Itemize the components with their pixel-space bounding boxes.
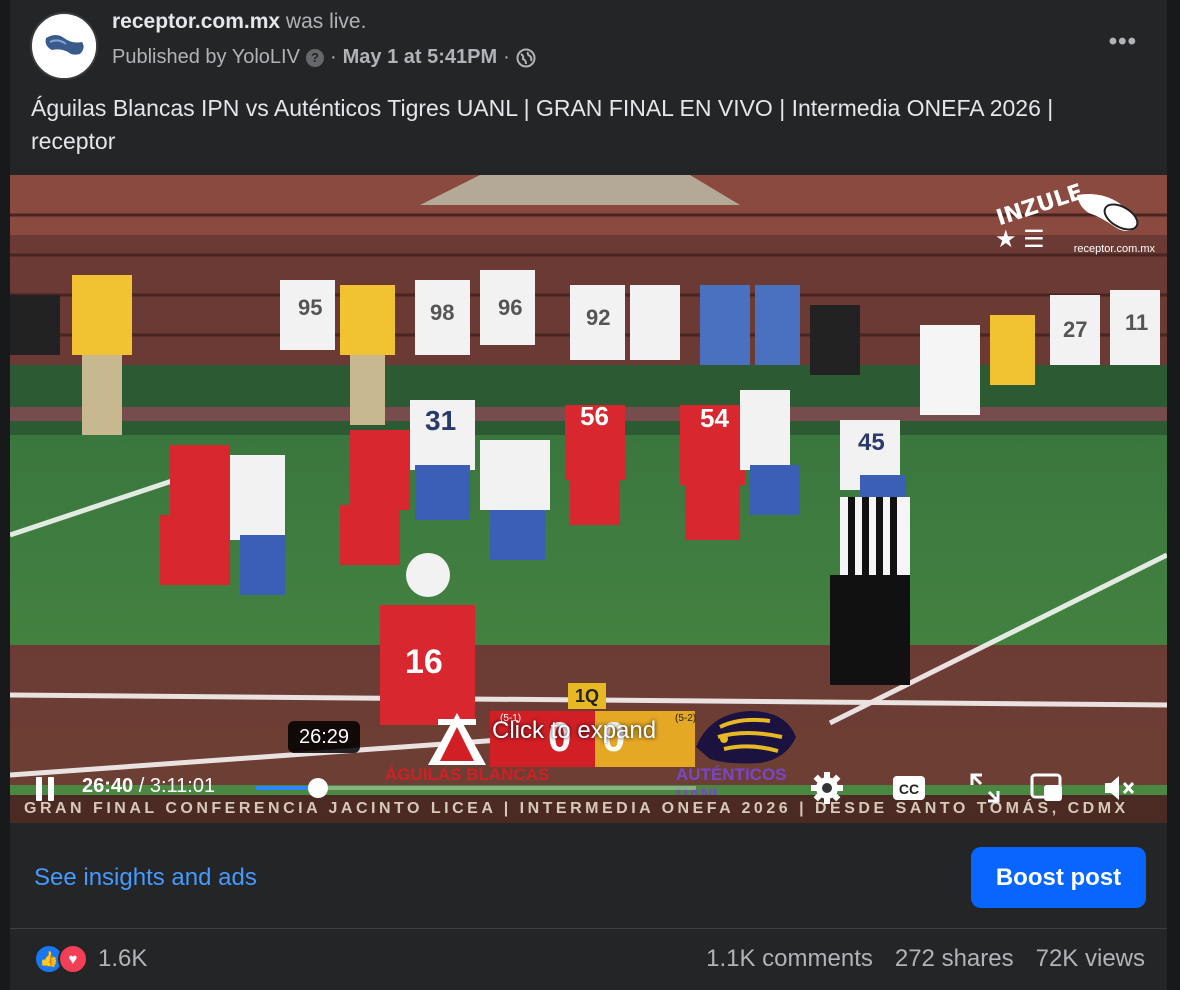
time-readout: 26:40 / 3:11:01	[82, 775, 215, 798]
settings-gear-icon[interactable]	[810, 771, 844, 805]
aguilas-logo-icon	[428, 713, 486, 765]
page-name-link[interactable]: receptor.com.mx	[112, 10, 280, 33]
svg-text:98: 98	[430, 300, 454, 325]
video-controls: 26:40 / 3:11:01 CC	[10, 767, 1167, 807]
time-separator: /	[133, 775, 150, 797]
svg-text:45: 45	[858, 429, 885, 456]
reactions-summary[interactable]: 👍 ♥ 1.6K	[34, 943, 147, 975]
fullscreen-icon[interactable]	[968, 771, 1002, 805]
duration: 3:11:01	[149, 775, 216, 797]
more-options-button[interactable]: •••	[1109, 28, 1137, 56]
page-avatar[interactable]	[30, 12, 98, 80]
tigres-logo-icon	[696, 711, 796, 764]
svg-text:16: 16	[405, 643, 443, 681]
current-time: 26:40	[82, 775, 134, 797]
seek-time-tooltip: 26:29	[288, 721, 361, 753]
globe-icon	[516, 48, 536, 67]
engagement-stats: 1.1K comments 272 shares 72K views	[706, 945, 1145, 973]
progress-bar[interactable]	[256, 778, 696, 798]
mexico-football-icon	[1077, 194, 1139, 231]
post-card: receptor.com.mx was live. Published by Y…	[10, 0, 1167, 990]
published-by-text: Published by YoloLIV	[112, 46, 300, 68]
receptor-logo-icon	[33, 15, 96, 78]
svg-text:11: 11	[1125, 310, 1148, 335]
svg-text:95: 95	[298, 295, 322, 320]
progress-handle[interactable]	[307, 778, 328, 798]
svg-text:54: 54	[700, 403, 729, 433]
svg-text:CC: CC	[899, 781, 919, 797]
click-to-expand-text[interactable]: Click to expand	[492, 717, 656, 745]
meta-separator: ·	[329, 46, 337, 68]
svg-text:96: 96	[498, 295, 522, 320]
pause-icon[interactable]	[36, 777, 56, 801]
muted-volume-icon[interactable]	[1102, 771, 1136, 805]
boost-post-button[interactable]: Boost post	[971, 847, 1146, 908]
overlay-site: receptor.com.mx	[1073, 243, 1155, 255]
svg-text:92: 92	[586, 305, 610, 330]
see-insights-link[interactable]: See insights and ads	[34, 864, 257, 892]
live-status-text: was live.	[285, 10, 367, 33]
stars-icon: ★ ☰	[995, 226, 1045, 253]
help-icon[interactable]: ?	[305, 48, 324, 67]
reaction-count: 1.6K	[98, 945, 148, 972]
shares-count[interactable]: 272 shares	[895, 945, 1014, 973]
svg-text:31: 31	[425, 405, 456, 436]
post-header: receptor.com.mx was live. Published by Y…	[10, 0, 1167, 80]
svg-text:56: 56	[580, 401, 609, 431]
footer-divider	[10, 928, 1167, 929]
views-count: 72K views	[1035, 945, 1145, 972]
post-meta: Published by YoloLIV ? · May 1 at 5:41PM…	[112, 46, 536, 69]
picture-in-picture-icon[interactable]	[1030, 771, 1064, 805]
post-date-link[interactable]: May 1 at 5:41PM	[343, 46, 498, 69]
closed-captions-icon[interactable]: CC	[892, 771, 926, 805]
svg-text:27: 27	[1063, 317, 1087, 342]
meta-separator-2: ·	[503, 46, 510, 68]
broadcast-logo: INZULE ★ ☰ receptor.com.mx	[987, 180, 1157, 267]
post-author-line: receptor.com.mx was live.	[112, 10, 366, 34]
video-player[interactable]: 95 98 96 92 31 56 54 45 16 27 11 INZULE …	[10, 175, 1167, 823]
comments-count[interactable]: 1.1K comments	[706, 945, 873, 973]
quarter-indicator: 1Q	[568, 683, 606, 709]
post-caption: Águilas Blancas IPN vs Auténticos Tigres…	[31, 95, 1054, 154]
love-reaction-icon: ♥	[58, 944, 88, 974]
